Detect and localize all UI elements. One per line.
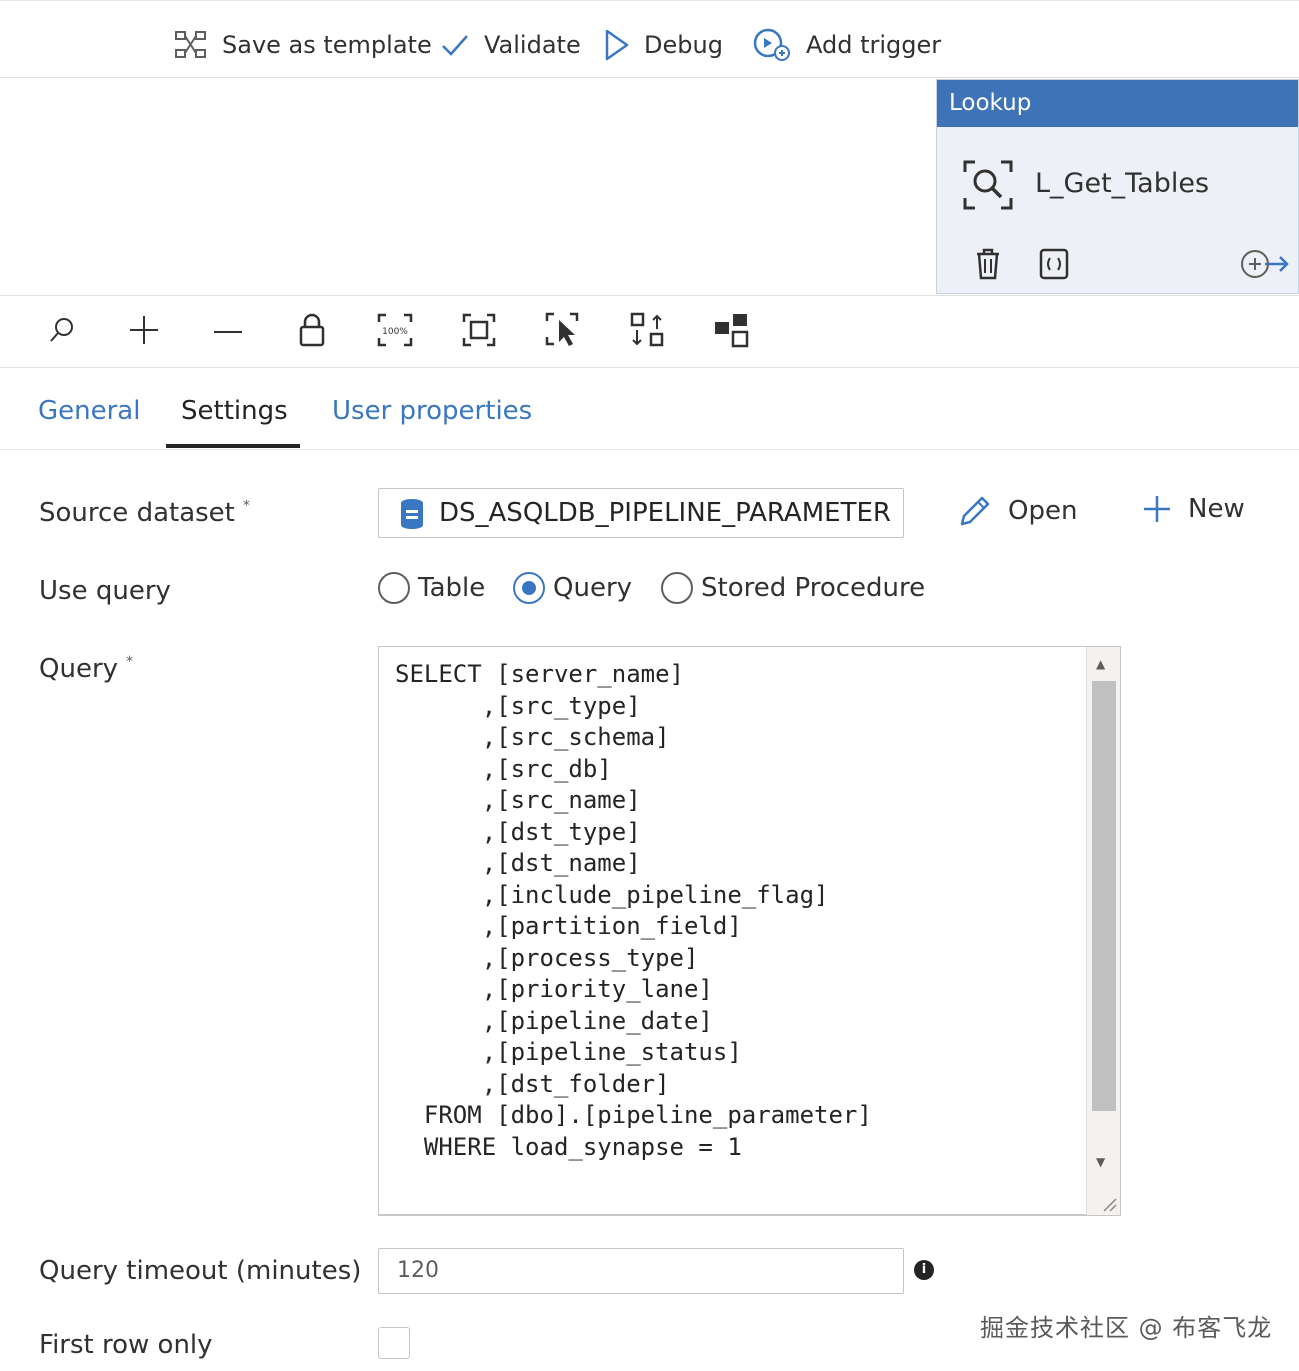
- radio-table[interactable]: Table: [378, 572, 485, 604]
- radio-query[interactable]: Query: [513, 572, 632, 604]
- lookup-activity-name: L_Get_Tables: [1035, 168, 1210, 199]
- query-text[interactable]: SELECT [server_name] ,[src_type] ,[src_s…: [395, 659, 872, 1163]
- add-trigger-label: Add trigger: [806, 31, 942, 59]
- query-scrollbar[interactable]: ▲ ▼: [1086, 647, 1120, 1215]
- required-mark: *: [242, 498, 250, 514]
- template-icon: [175, 31, 206, 58]
- active-tab-indicator: [166, 444, 300, 448]
- auto-align-icon: [630, 312, 664, 347]
- lock-icon: [299, 313, 325, 347]
- query-editor[interactable]: SELECT [server_name] ,[src_type] ,[src_s…: [378, 646, 1121, 1216]
- play-icon: [605, 29, 629, 61]
- source-dataset-select[interactable]: DS_ASQLDB_PIPELINE_PARAMETER: [378, 488, 904, 538]
- debug-label: Debug: [644, 31, 723, 59]
- checkmark-icon: [442, 35, 468, 56]
- tab-settings[interactable]: Settings: [181, 396, 288, 426]
- search-button[interactable]: [42, 310, 82, 350]
- query-timeout-input[interactable]: 120: [378, 1248, 904, 1294]
- delete-icon[interactable]: [975, 248, 1001, 280]
- scroll-thumb[interactable]: [1092, 681, 1116, 1111]
- first-row-only-checkbox[interactable]: [378, 1327, 410, 1359]
- lookup-icon: [963, 160, 1013, 210]
- use-query-label: Use query: [39, 576, 171, 606]
- plus-icon: [1144, 496, 1170, 522]
- first-row-only-label: First row only: [39, 1330, 213, 1360]
- database-icon: [401, 499, 423, 529]
- select-icon: [545, 312, 579, 346]
- lock-button[interactable]: [292, 310, 332, 350]
- code-icon[interactable]: [1039, 248, 1069, 280]
- properties-tabs: General Settings User properties: [0, 370, 1299, 450]
- zoom-in-icon: [130, 316, 158, 344]
- zoom-100-button[interactable]: 100%: [375, 310, 415, 350]
- auto-align-button[interactable]: [627, 310, 667, 350]
- scroll-up-icon[interactable]: ▲: [1096, 657, 1105, 671]
- query-timeout-label: Query timeout (minutes): [39, 1256, 362, 1286]
- required-mark: *: [126, 654, 134, 670]
- open-label: Open: [1008, 496, 1078, 526]
- select-button[interactable]: [543, 310, 583, 350]
- scroll-down-icon[interactable]: ▼: [1096, 1155, 1105, 1169]
- validate-button[interactable]: Validate: [440, 23, 581, 67]
- query-label: Query *: [39, 654, 133, 684]
- radio-table-circle[interactable]: [378, 572, 410, 604]
- pipeline-toolbar: Save as template Validate Debug Add trig…: [0, 0, 1299, 78]
- save-as-template-label: Save as template: [222, 31, 432, 59]
- source-dataset-label-text: Source dataset: [39, 498, 235, 528]
- svg-text:100%: 100%: [382, 327, 408, 337]
- add-trigger-button[interactable]: Add trigger: [752, 23, 941, 67]
- add-output-icon[interactable]: [1239, 248, 1291, 280]
- watermark: 掘金技术社区 @ 布客飞龙: [980, 1314, 1273, 1342]
- debug-button[interactable]: Debug: [604, 23, 723, 67]
- new-dataset-button[interactable]: New: [1142, 494, 1245, 524]
- source-dataset-label: Source dataset *: [39, 498, 250, 528]
- lookup-activity-card[interactable]: Lookup L_Get_Tables: [936, 79, 1299, 294]
- radio-query-label: Query: [553, 573, 633, 603]
- tab-general[interactable]: General: [38, 396, 140, 426]
- canvas-toolbar: 100%: [0, 296, 1299, 368]
- query-label-text: Query: [39, 654, 119, 684]
- search-icon: [50, 318, 73, 342]
- radio-stored-procedure[interactable]: Stored Procedure: [661, 572, 925, 604]
- radio-stored-procedure-circle[interactable]: [661, 572, 693, 604]
- zoom-out-icon: [214, 331, 242, 333]
- resize-grip-icon[interactable]: [1098, 1193, 1118, 1213]
- radio-query-circle[interactable]: [513, 572, 545, 604]
- tab-user-properties[interactable]: User properties: [332, 396, 532, 426]
- zoom-100-icon: 100%: [377, 313, 413, 347]
- validate-label: Validate: [484, 31, 581, 59]
- layout-icon: [715, 314, 749, 348]
- save-as-template-button[interactable]: Save as template: [174, 23, 432, 67]
- zoom-out-button[interactable]: [208, 310, 248, 350]
- fit-to-window-button[interactable]: [459, 310, 499, 350]
- radio-stored-procedure-label: Stored Procedure: [701, 573, 926, 603]
- zoom-in-button[interactable]: [124, 310, 164, 350]
- new-label: New: [1188, 494, 1245, 524]
- info-icon[interactable]: i: [914, 1260, 934, 1280]
- source-dataset-value: DS_ASQLDB_PIPELINE_PARAMETER: [439, 498, 891, 528]
- pencil-icon: [960, 496, 990, 526]
- fit-to-window-icon: [462, 313, 496, 347]
- layout-button[interactable]: [711, 310, 751, 350]
- open-dataset-button[interactable]: Open: [958, 494, 1077, 528]
- lookup-activity-type: Lookup: [937, 80, 1298, 127]
- radio-table-label: Table: [418, 573, 486, 603]
- trigger-icon: [753, 28, 790, 61]
